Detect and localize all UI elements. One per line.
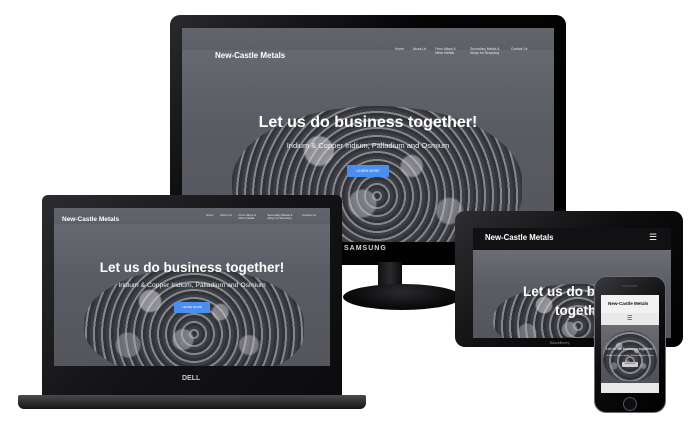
- nav-item-ferro-alloys[interactable]: Ferro Alloys & Minor Metals: [239, 213, 261, 221]
- nav-item-contact[interactable]: Contact Us: [511, 47, 527, 51]
- nav-item-secondary-metals[interactable]: Secondary Metals & Alloys for Recycling: [470, 47, 506, 55]
- laptop-base: [18, 395, 366, 409]
- learn-more-button[interactable]: LEARN MORE: [347, 165, 389, 177]
- hero-title: Let us do business together!: [258, 114, 478, 131]
- hero-title: Let us do business together!: [606, 347, 654, 351]
- nav-item-ferro-alloys[interactable]: Ferro Alloys & Minor Metals: [435, 47, 463, 55]
- learn-more-button[interactable]: LEARN MORE: [622, 362, 638, 367]
- phone-hero: Let us do business together! Iridium & C…: [601, 325, 659, 383]
- hamburger-menu-icon[interactable]: ☰: [627, 315, 632, 322]
- laptop-screen: New-Castle Metals Home About Us Ferro Al…: [54, 208, 330, 366]
- hero-subtitle: Iridium & Copper Iridium, Palladium and …: [606, 355, 654, 357]
- hero-title: Let us do business together!: [99, 260, 285, 275]
- site-brand[interactable]: New-Castle Metals: [215, 51, 285, 60]
- hero-subtitle: Iridium & Copper Iridium, Palladium and …: [118, 282, 266, 289]
- site-brand[interactable]: New-Castle Metals: [608, 301, 648, 306]
- site-brand[interactable]: New-Castle Metals: [485, 233, 553, 242]
- nav-item-home[interactable]: Home: [395, 47, 404, 51]
- nav-item-about[interactable]: About Us: [413, 47, 427, 51]
- phone-screen: New-Castle Metals ☰ Let us do business t…: [601, 295, 659, 393]
- tablet-brand-logo: BlackBerry: [550, 340, 570, 345]
- monitor-brand-logo: SAMSUNG: [344, 245, 387, 252]
- phone-device: New-Castle Metals ☰ Let us do business t…: [594, 276, 666, 413]
- nav-item-contact[interactable]: Contact Us: [302, 213, 316, 217]
- site-nav: Home About Us Ferro Alloys & Minor Metal…: [206, 213, 316, 221]
- nav-item-secondary-metals[interactable]: Secondary Metals & Alloys for Recycling: [267, 213, 297, 221]
- laptop-brand-logo: DELL: [182, 375, 201, 382]
- monitor-stand-base: [343, 284, 461, 310]
- nav-item-about[interactable]: About Us: [220, 213, 232, 217]
- hamburger-menu-icon[interactable]: ☰: [649, 232, 657, 243]
- site-brand[interactable]: New-Castle Metals: [62, 216, 119, 223]
- phone-speaker: [622, 285, 638, 287]
- hero-subtitle: Iridium & Copper Iridium, Palladium and …: [286, 141, 450, 150]
- learn-more-button[interactable]: LEARN MORE: [174, 302, 210, 313]
- laptop-lid: New-Castle Metals Home About Us Ferro Al…: [42, 195, 342, 395]
- nav-item-home[interactable]: Home: [206, 213, 213, 217]
- phone-home-button[interactable]: [623, 397, 637, 411]
- site-nav: Home About Us Ferro Alloys & Minor Metal…: [395, 47, 527, 55]
